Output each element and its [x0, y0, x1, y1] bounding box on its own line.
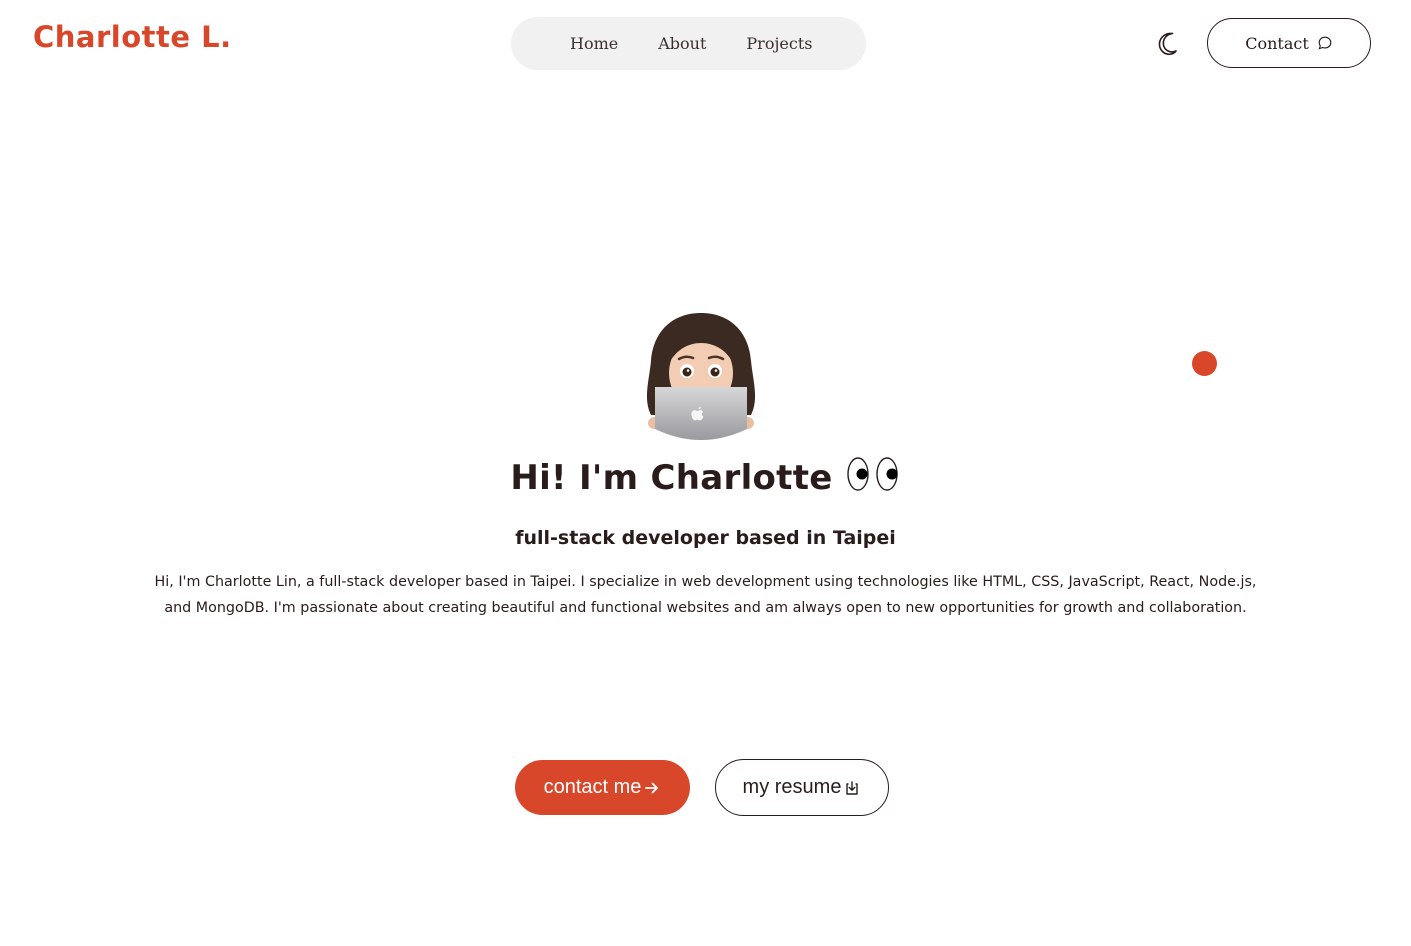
resume-label: my resume — [742, 776, 842, 798]
chat-bubble-icon — [1318, 36, 1332, 50]
download-icon — [846, 780, 859, 795]
hero-subtitle: full-stack developer based in Taipei — [515, 527, 896, 549]
nav-item-projects[interactable]: Projects — [746, 34, 812, 53]
hero-title: Hi! I'm Charlotte — [510, 458, 833, 498]
memoji-laptop-avatar — [646, 313, 756, 440]
eyes-icon — [846, 457, 898, 491]
arrow-right-icon — [645, 782, 659, 793]
moon-icon[interactable] — [1155, 29, 1183, 57]
contact-button[interactable]: Contact — [1207, 18, 1371, 68]
nav-item-home[interactable]: Home — [570, 34, 618, 53]
contact-button-label: Contact — [1245, 33, 1309, 53]
accent-dot — [1192, 351, 1217, 376]
resume-button[interactable]: my resume — [715, 759, 889, 816]
site-header: Charlotte L. Home About Projects Contact — [0, 0, 1411, 90]
nav-item-about[interactable]: About — [658, 34, 706, 53]
contact-me-label: contact me — [543, 776, 642, 798]
site-logo[interactable]: Charlotte L. — [33, 20, 232, 54]
hero-heading: Hi! I'm Charlotte — [0, 457, 1411, 498]
main-nav: Home About Projects — [511, 17, 866, 70]
hero-bio: Hi, I'm Charlotte Lin, a full-stack deve… — [154, 574, 1257, 616]
contact-me-button[interactable]: contact me — [515, 760, 690, 815]
